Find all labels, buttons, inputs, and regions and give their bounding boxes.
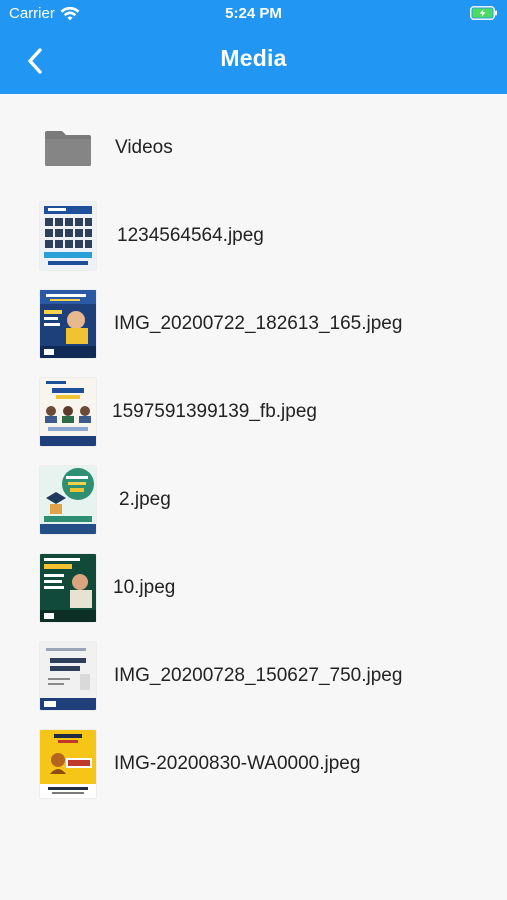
list-item-image[interactable]: IMG_20200728_150627_750.jpeg [0, 632, 507, 720]
list-item-label: Videos [115, 137, 173, 158]
list-item-image[interactable]: 1597591399139_fb.jpeg [0, 368, 507, 456]
status-bar: Carrier 5:24 PM [0, 0, 507, 28]
image-thumbnail [40, 290, 96, 358]
image-thumbnail [40, 466, 96, 534]
status-time: 5:24 PM [225, 5, 282, 22]
list-item-label: 2.jpeg [119, 489, 171, 510]
app-bar: Media [0, 28, 507, 94]
image-thumbnail [40, 378, 96, 446]
list-item-videos-folder[interactable]: Videos [0, 104, 507, 192]
thumbnail-wrap [38, 200, 98, 272]
thumbnail-wrap [38, 640, 98, 712]
list-item-label: IMG-20200830-WA0000.jpeg [114, 753, 361, 774]
thumbnail-wrap [38, 288, 98, 360]
list-item-label: 1234564564.jpeg [117, 225, 264, 246]
list-item-label: 10.jpeg [113, 577, 176, 598]
list-item-label: IMG_20200722_182613_165.jpeg [114, 313, 403, 334]
list-item-label: 1597591399139_fb.jpeg [112, 401, 317, 422]
thumbnail-wrap [38, 728, 98, 800]
battery-charging-icon [470, 6, 497, 20]
image-thumbnail [40, 642, 96, 710]
image-thumbnail [40, 554, 96, 622]
image-thumbnail [40, 730, 96, 798]
page-title: Media [220, 45, 287, 71]
list-item-image[interactable]: 2.jpeg [0, 456, 507, 544]
thumbnail-wrap [38, 464, 98, 536]
folder-icon [45, 131, 91, 166]
list-item-label: IMG_20200728_150627_750.jpeg [114, 665, 403, 686]
list-item-image[interactable]: 1234564564.jpeg [0, 192, 507, 280]
thumbnail-wrap [38, 552, 98, 624]
folder-icon-wrap [38, 112, 98, 184]
app-header: Carrier 5:24 PM Media [0, 0, 507, 94]
media-list: Videos 1234564564.jpeg IMG_20200722_1826… [0, 104, 507, 808]
list-item-image[interactable]: IMG_20200722_182613_165.jpeg [0, 280, 507, 368]
list-item-image[interactable]: IMG-20200830-WA0000.jpeg [0, 720, 507, 808]
thumbnail-wrap [38, 376, 98, 448]
list-item-image[interactable]: 10.jpeg [0, 544, 507, 632]
image-thumbnail [40, 202, 96, 270]
